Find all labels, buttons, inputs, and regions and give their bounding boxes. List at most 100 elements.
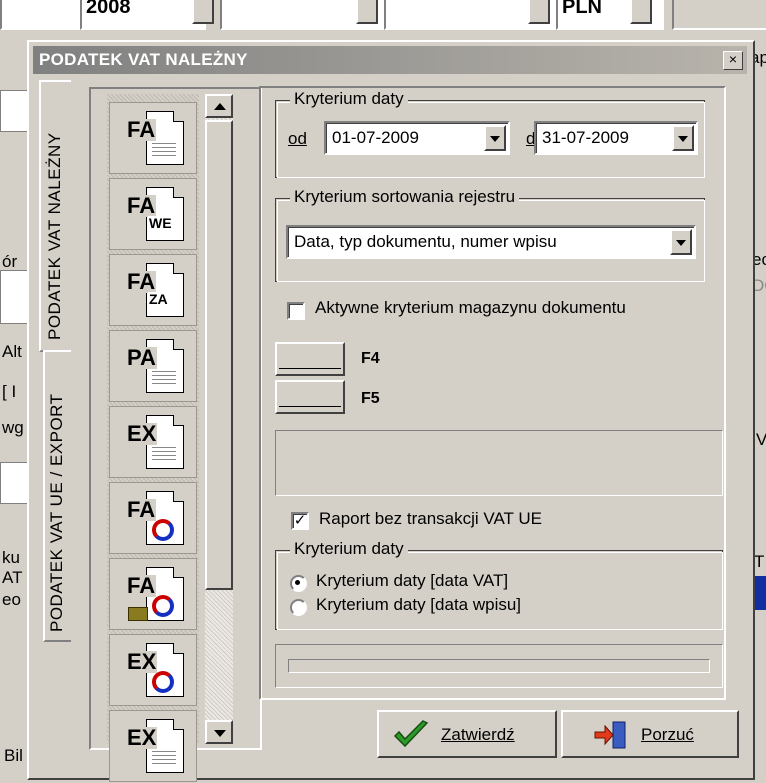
tab-vat-ue-export-label: PODATEK VAT UE / EXPORT <box>47 393 66 632</box>
document-list-scrollbar[interactable] <box>205 94 233 744</box>
report-without-eu-label: Raport bez transakcji VAT UE <box>319 509 542 528</box>
date-to-dropdown-button[interactable] <box>672 125 694 151</box>
close-button[interactable]: × <box>723 51 743 70</box>
document-type-label: FA <box>126 573 157 598</box>
exit-door-icon <box>594 721 626 749</box>
f5-label: F5 <box>361 390 380 407</box>
date-to-combo[interactable]: 31-07-2009 <box>534 121 698 155</box>
document-type-label: PA <box>126 345 157 370</box>
document-type-item[interactable]: EX <box>109 634 197 706</box>
options-panel: Kryterium daty od 01-07-2009 do 31-07-20… <box>259 86 726 700</box>
text-lines-icon <box>152 143 176 157</box>
refresh-arrows-icon <box>152 595 174 617</box>
date-mode-group: Kryterium daty Kryterium daty [data VAT]… <box>275 539 723 630</box>
document-type-item[interactable]: EX <box>109 710 197 782</box>
f5-button[interactable] <box>275 380 345 414</box>
background-label-or: ór <box>2 252 18 271</box>
report-without-eu-checkbox[interactable]: ✓ <box>291 512 309 530</box>
background-label-bil: Bil <box>4 746 23 765</box>
background-currency-button <box>630 0 652 24</box>
background-label-wg: wg <box>2 418 24 437</box>
document-type-item[interactable]: FA <box>109 102 197 174</box>
document-type-item[interactable]: FA ZA <box>109 254 197 326</box>
warehouse-criterion-checkbox[interactable] <box>287 302 305 320</box>
background-date-from-button <box>356 0 378 24</box>
document-type-label: FA <box>126 497 157 522</box>
document-type-label: EX <box>126 725 158 750</box>
document-type-label: FA <box>126 193 157 218</box>
radio-data-vat-label: Kryterium daty [data VAT] <box>316 571 509 590</box>
background-left-field-2 <box>0 270 30 324</box>
radio-selected-dot <box>295 580 300 585</box>
document-type-item[interactable]: FA <box>109 482 197 554</box>
background-label-t: T <box>754 552 765 571</box>
date-criterion-legend: Kryterium daty <box>290 89 408 109</box>
dialog-titlebar: PODATEK VAT NALEŻNY × <box>33 46 747 74</box>
background-blue-cell <box>754 576 766 610</box>
document-type-label: EX <box>126 649 158 674</box>
vat-dialog: PODATEK VAT NALEŻNY × PODATEK VAT NALEŻN… <box>27 40 755 782</box>
background-left-field-1 <box>0 90 30 132</box>
radio-data-wpisu[interactable] <box>290 599 307 616</box>
dialog-title: PODATEK VAT NALEŻNY <box>39 50 248 69</box>
sort-criterion-dropdown-button[interactable] <box>670 229 692 255</box>
date-mode-legend: Kryterium daty <box>290 539 408 559</box>
date-from-label: od <box>288 129 307 148</box>
background-label-ku: ku <box>2 548 20 567</box>
refresh-arrows-icon <box>152 671 174 693</box>
sort-criterion-group: Kryterium sortowania rejestru Data, typ … <box>275 187 705 282</box>
tab-vat-nalezny-label: PODATEK VAT NALEŻNY <box>45 132 64 340</box>
scroll-down-button[interactable] <box>205 720 233 744</box>
arrow-down-icon <box>214 730 226 737</box>
document-type-item[interactable]: FA <box>109 558 197 630</box>
background-top-button <box>672 0 766 30</box>
info-box <box>275 430 723 496</box>
document-type-label: EX <box>126 421 158 446</box>
radio-data-wpisu-label: Kryterium daty [data wpisu] <box>316 595 522 614</box>
document-type-label: FA <box>126 269 157 294</box>
checkmark-green-icon <box>393 720 429 748</box>
document-subtype-label: WE <box>148 215 173 231</box>
background-label-eo: eo <box>2 590 21 609</box>
background-date-to-button <box>528 0 550 24</box>
date-criterion-group: Kryterium daty od 01-07-2009 do 31-07-20… <box>275 89 705 178</box>
sort-criterion-combo[interactable]: Data, typ dokumentu, numer wpisu <box>286 225 696 259</box>
background-left-field-3 <box>0 462 30 504</box>
date-from-dropdown-button[interactable] <box>484 125 506 151</box>
sort-criterion-legend: Kryterium sortowania rejestru <box>290 187 520 207</box>
tab-vat-ue-export[interactable]: PODATEK VAT UE / EXPORT <box>43 350 71 642</box>
f4-label: F4 <box>361 350 380 367</box>
document-type-item[interactable]: EX <box>109 406 197 478</box>
coin-stack-icon <box>128 607 148 621</box>
date-from-combo[interactable]: 01-07-2009 <box>324 121 510 155</box>
sort-criterion-value: Data, typ dokumentu, numer wpisu <box>294 232 557 251</box>
background-label-v: V <box>756 430 766 449</box>
f4-button[interactable] <box>275 342 345 376</box>
date-from-value: 01-07-2009 <box>332 128 419 147</box>
confirm-button[interactable]: Zatwierdź <box>377 710 557 758</box>
document-subtype-label: ZA <box>148 291 169 307</box>
background-label-at: AT <box>2 568 23 587</box>
scroll-up-button[interactable] <box>205 94 233 118</box>
scroll-thumb[interactable] <box>205 120 233 590</box>
arrow-up-icon <box>214 103 226 110</box>
warehouse-criterion-label: Aktywne kryterium magazynu dokumentu <box>315 298 626 317</box>
cancel-label: Porzuć <box>641 725 694 744</box>
cancel-button[interactable]: Porzuć <box>561 710 739 758</box>
document-type-item[interactable]: FA WE <box>109 178 197 250</box>
progress-frame <box>275 644 723 688</box>
background-year-field: 2008 <box>80 0 206 30</box>
background-field-1 <box>0 0 86 30</box>
close-icon: × <box>728 51 738 67</box>
checkmark-icon: ✓ <box>293 512 307 529</box>
text-lines-icon <box>152 371 176 385</box>
progress-bar <box>288 659 710 673</box>
document-type-item[interactable]: PA <box>109 330 197 402</box>
tab-vat-nalezny[interactable]: PODATEK VAT NALEŻNY <box>39 80 71 352</box>
text-lines-icon <box>152 751 176 765</box>
background-label-alt: Alt <box>2 342 22 361</box>
radio-data-vat[interactable] <box>290 575 307 592</box>
background-year-dropdown <box>192 0 214 24</box>
background-label-bracket: [ I <box>2 382 17 401</box>
text-lines-icon <box>152 447 176 461</box>
